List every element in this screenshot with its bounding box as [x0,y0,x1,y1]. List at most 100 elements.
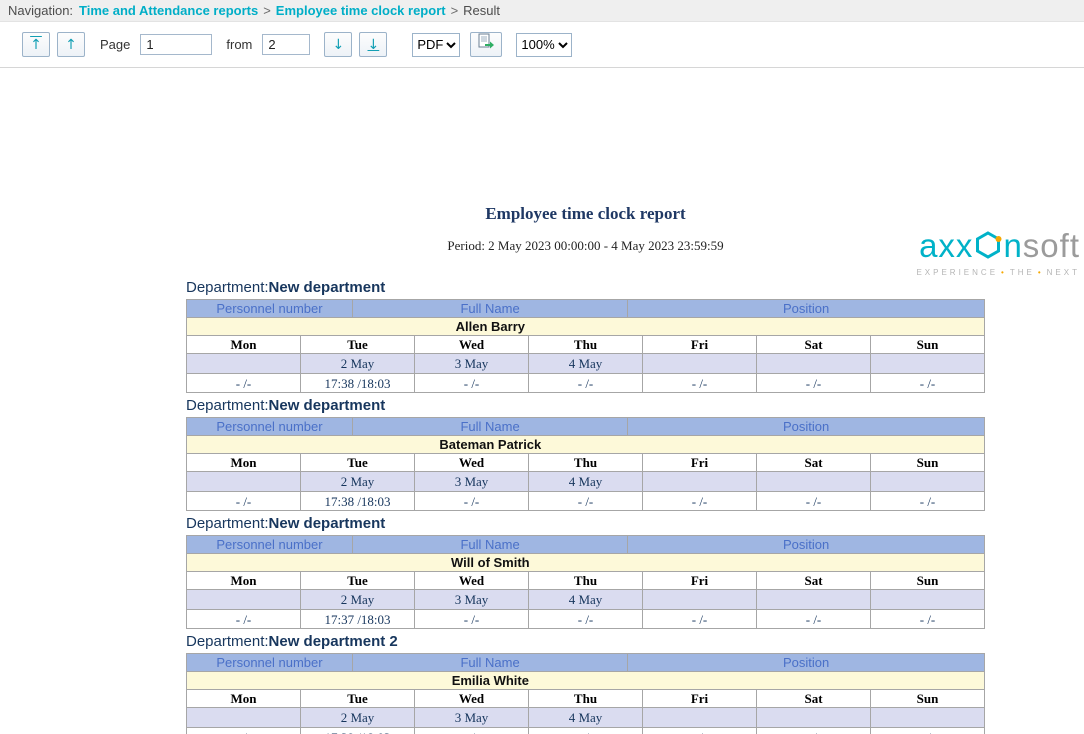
next-page-button[interactable]: ↓ [324,32,352,57]
time-cell: - /- [187,374,301,393]
time-cell: - /- [529,374,643,393]
time-cell: - /- [757,492,871,511]
day-header-cell: Fri [643,336,757,354]
day-header-cell: Mon [187,690,301,708]
tagline-word: THE [1010,268,1035,277]
first-page-button[interactable]: ↑ [22,32,50,57]
department-name: New department 2 [269,633,398,650]
total-pages-input[interactable] [262,34,310,55]
day-header-cell: Fri [643,454,757,472]
day-header-cell: Wed [415,454,529,472]
export-format-select[interactable]: PDF [412,33,460,57]
employee-name-row: Emilia White [187,672,985,690]
employee-name-cell: Emilia White [187,672,985,690]
time-row: - /-17:39 /18:03- /-- /-- /-- /-- /- [187,728,985,734]
date-cell [757,708,871,728]
time-row: - /-17:38 /18:03- /-- /-- /-- /-- /- [187,374,985,393]
column-header-cell: Full Name [352,654,627,672]
date-cell [643,472,757,492]
day-header-cell: Fri [643,572,757,590]
department-row: Department:New department [186,514,985,533]
days-table: MonTueWedThuFriSatSun2 May3 May4 May- /-… [186,571,985,629]
day-header-cell: Thu [529,690,643,708]
arrow-down-icon: ↓ [333,37,345,53]
time-cell: - /- [529,728,643,734]
employee-name-row: Will of Smith [187,554,985,572]
breadcrumb-separator: > [263,3,271,18]
day-header-row: MonTueWedThuFriSatSun [187,690,985,708]
date-cell: 4 May [529,354,643,374]
date-cell: 2 May [301,472,415,492]
column-header-row: Personnel numberFull NamePosition [187,300,985,318]
day-header-cell: Tue [301,572,415,590]
day-header-row: MonTueWedThuFriSatSun [187,336,985,354]
report-toolbar: ↑ ↑ Page from ↓ ↓ PDF 100% [0,22,1084,68]
day-header-cell: Tue [301,336,415,354]
tagline-word: NEXT [1047,268,1080,277]
column-header-cell: Position [628,418,985,436]
date-cell [187,708,301,728]
day-header-row: MonTueWedThuFriSatSun [187,454,985,472]
column-header-cell: Position [628,300,985,318]
day-header-cell: Tue [301,454,415,472]
breadcrumb: Navigation: Time and Attendance reports … [0,0,1084,22]
zoom-select[interactable]: 100% [516,33,572,57]
day-header-cell: Thu [529,454,643,472]
time-row: - /-17:37 /18:03- /-- /-- /-- /-- /- [187,610,985,629]
section-header-table: Personnel numberFull NamePositionAllen B… [186,299,985,336]
date-row: 2 May3 May4 May [187,472,985,492]
time-cell: - /- [643,610,757,629]
day-header-cell: Mon [187,454,301,472]
date-cell [643,708,757,728]
department-name: New department [269,515,386,532]
date-cell [643,590,757,610]
time-cell: - /- [415,492,529,511]
day-header-row: MonTueWedThuFriSatSun [187,572,985,590]
time-cell: - /- [187,728,301,734]
export-button[interactable] [470,32,502,57]
report-section: Department:New department 2 Personnel num… [186,632,985,734]
time-cell: - /- [529,610,643,629]
date-cell [187,590,301,610]
time-cell: - /- [643,492,757,511]
date-cell [187,472,301,492]
column-header-cell: Position [628,536,985,554]
day-header-cell: Sun [871,572,985,590]
report-section: Department:New department Personnel numbe… [186,514,985,629]
report-body: Department:New departmentPersonnel numbe… [186,278,985,734]
department-row: Department:New department [186,396,985,415]
section-header-table: Personnel numberFull NamePositionEmilia … [186,653,985,690]
previous-page-button[interactable]: ↑ [57,32,85,57]
page-number-input[interactable] [140,34,212,55]
nav-link-time-attendance-reports[interactable]: Time and Attendance reports [79,3,258,18]
employee-name: Bateman Patrick [189,436,792,453]
last-page-button[interactable]: ↓ [359,32,387,57]
nav-link-employee-time-clock-report[interactable]: Employee time clock report [276,3,446,18]
day-header-cell: Wed [415,690,529,708]
department-label: Department: [186,279,269,296]
days-table: MonTueWedThuFriSatSun2 May3 May4 May- /-… [186,689,985,734]
department-row: Department:New department 2 [186,632,985,651]
time-row: - /-17:38 /18:03- /-- /-- /-- /-- /- [187,492,985,511]
logo-text-axx: axx [919,228,973,264]
employee-name-row: Allen Barry [187,318,985,336]
section-header-table: Personnel numberFull NamePositionWill of… [186,535,985,572]
department-row: Department:New department [186,278,985,297]
export-icon [477,33,495,49]
employee-name-cell: Bateman Patrick [187,436,985,454]
column-header-cell: Full Name [352,300,627,318]
time-cell: - /- [757,374,871,393]
column-header-row: Personnel numberFull NamePosition [187,536,985,554]
date-cell [187,354,301,374]
date-cell: 3 May [415,708,529,728]
time-cell: - /- [415,610,529,629]
date-cell: 4 May [529,708,643,728]
department-label: Department: [186,633,269,650]
time-cell: - /- [643,728,757,734]
date-cell [757,472,871,492]
logo-text-soft: soft [1023,228,1080,264]
report-title: Employee time clock report [186,204,985,224]
day-header-cell: Sat [757,690,871,708]
day-header-cell: Sat [757,572,871,590]
employee-name-cell: Allen Barry [187,318,985,336]
